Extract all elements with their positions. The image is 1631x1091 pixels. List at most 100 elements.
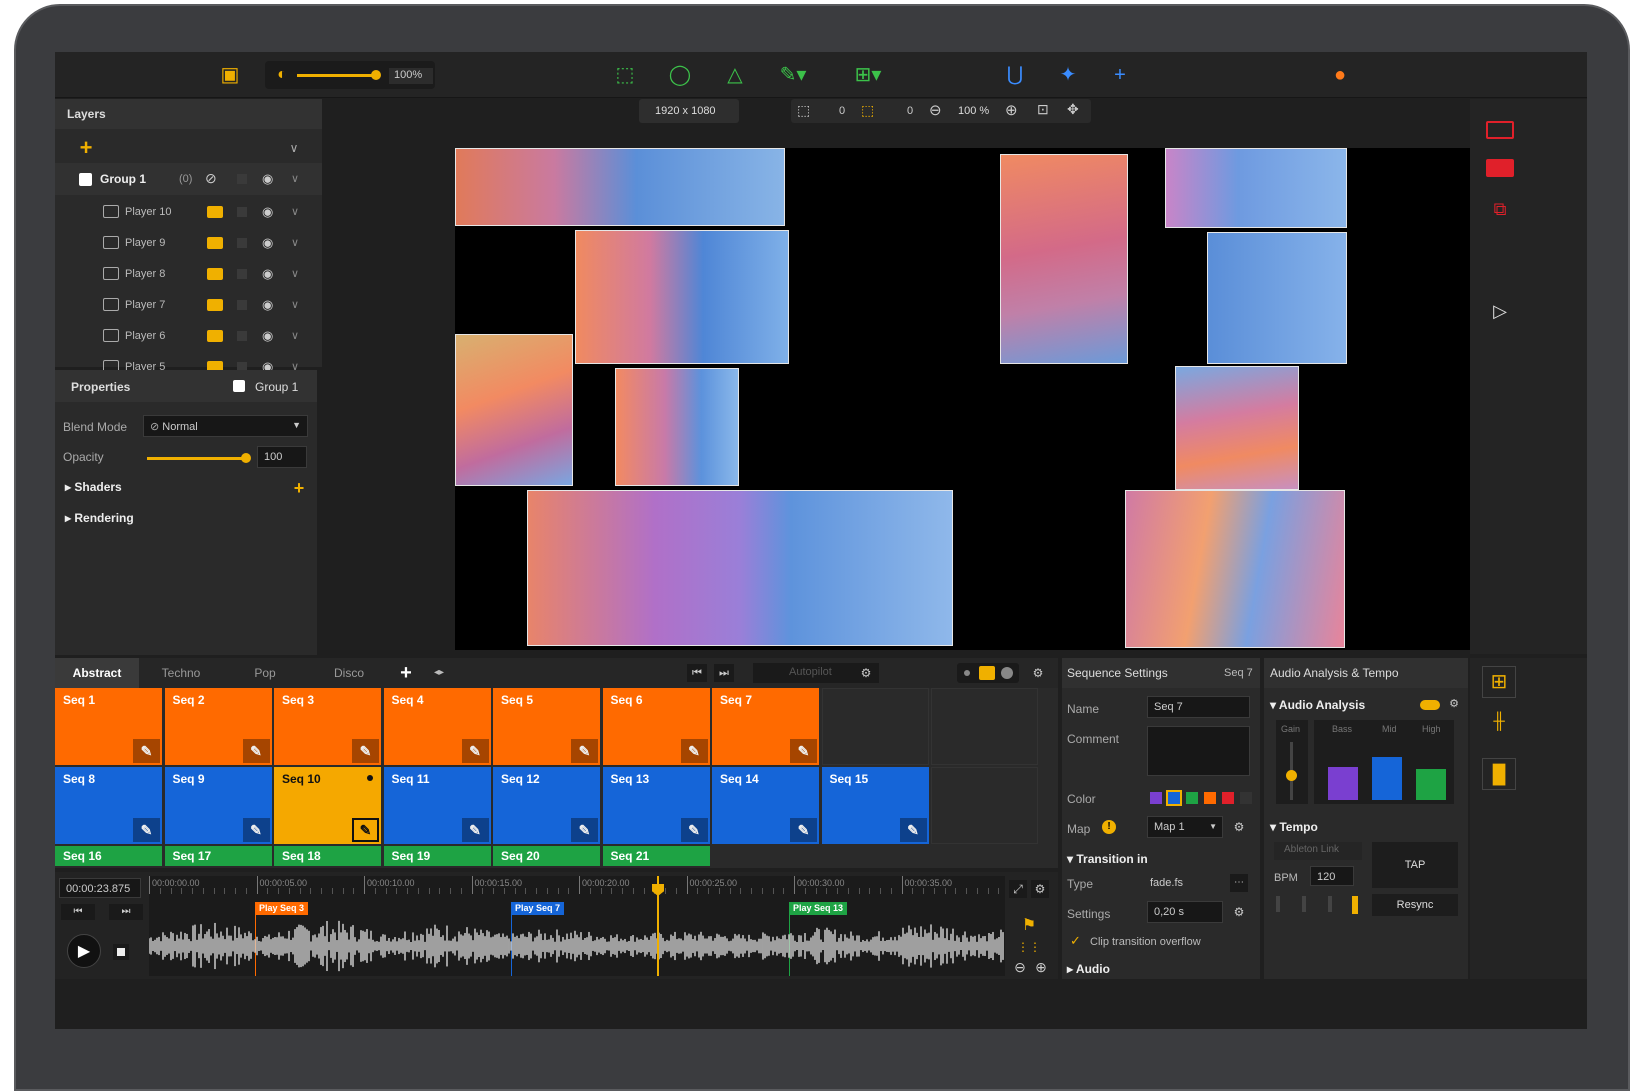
opacity-input[interactable]: 100 — [257, 446, 307, 468]
audio-marker-icon[interactable]: ╫ — [1482, 706, 1516, 738]
stop-button[interactable] — [113, 944, 129, 960]
add-tab-icon[interactable]: + — [395, 662, 417, 684]
brightness-slider[interactable] — [297, 74, 373, 77]
sequence-cell[interactable]: Seq 4 ✎ — [383, 688, 491, 765]
sequence-cell[interactable]: Seq 14 ✎ — [712, 767, 819, 844]
video-tile[interactable] — [1207, 232, 1347, 364]
map-settings-icon[interactable]: ⚙ — [1230, 818, 1248, 836]
lasso-select-icon[interactable]: ◯ — [665, 62, 695, 88]
zoom-in-icon[interactable]: ⊕ — [1032, 958, 1050, 976]
output-fill-icon[interactable] — [1486, 159, 1514, 177]
edit-icon[interactable]: ✎ — [133, 739, 160, 763]
sequence-cell[interactable]: Seq 11 ✎ — [383, 767, 491, 844]
tab-scroll-icon[interactable]: ◂▸ — [427, 664, 451, 682]
map-select[interactable]: Map 1 ▼ — [1147, 816, 1223, 838]
skip-forward-icon[interactable]: ⏭ — [714, 664, 734, 682]
tap-button[interactable]: TAP — [1372, 842, 1458, 888]
edit-icon[interactable]: ✎ — [461, 818, 489, 842]
timecode-field[interactable]: 00:00:23.875 — [59, 878, 141, 898]
settings-input[interactable]: 0,20 s — [1147, 901, 1223, 923]
properties-checkbox[interactable] — [233, 380, 245, 392]
audio-toggle[interactable] — [1420, 700, 1440, 710]
color-swatch[interactable] — [1204, 792, 1216, 804]
edit-icon[interactable]: ✎ — [790, 818, 817, 842]
chevron-down-icon[interactable]: ∨ — [291, 267, 299, 280]
playhead-handle[interactable] — [652, 884, 664, 896]
layer-link-icon[interactable] — [207, 329, 223, 342]
edit-icon[interactable]: ✎ — [680, 818, 708, 842]
sequence-cell[interactable]: Seq 18 — [274, 846, 381, 866]
rendering-section[interactable]: ▸ Rendering — [65, 511, 134, 525]
output-canvas[interactable] — [455, 148, 1470, 650]
layer-lock-square[interactable] — [237, 330, 247, 341]
grid-view-icon[interactable]: ⊞ — [1482, 666, 1516, 698]
triangle-mesh-icon[interactable]: △ — [720, 62, 750, 88]
video-tile[interactable] — [575, 230, 789, 364]
fit-screen-icon[interactable]: ⊡ — [1037, 101, 1049, 118]
tab-techno[interactable]: Techno — [139, 658, 223, 688]
add-marker-icon[interactable]: ⚑ — [1017, 916, 1041, 936]
sequence-cell[interactable]: Seq 16 — [55, 846, 162, 866]
chevron-down-icon[interactable]: ∨ — [291, 205, 299, 218]
edit-icon[interactable]: ✎ — [133, 818, 160, 842]
magic-wand-icon[interactable]: ✦ — [1053, 62, 1083, 88]
add-shader-icon[interactable]: + — [291, 479, 307, 497]
eye-icon[interactable]: ◉ — [262, 235, 273, 251]
play-button[interactable]: ▶ — [67, 934, 101, 968]
opacity-slider[interactable] — [147, 457, 247, 460]
sequence-cell[interactable]: Seq 15 ✎ — [821, 767, 929, 844]
sequence-cell[interactable]: Seq 17 — [164, 846, 272, 866]
layer-row[interactable]: Player 10 ◉ ∨ — [55, 196, 322, 227]
levels-icon[interactable]: ▐▌ — [1482, 758, 1516, 790]
value-b[interactable]: 0 — [907, 105, 913, 117]
eye-icon[interactable]: ◉ — [262, 204, 273, 220]
timeline-marker[interactable]: Play Seq 7 — [511, 902, 565, 915]
gain-knob[interactable] — [1286, 770, 1297, 781]
prev-marker-icon[interactable]: ⏮ — [61, 904, 95, 920]
brightness-value[interactable]: 100% — [389, 68, 433, 84]
transform-tool-icon[interactable]: ⊞▾ — [845, 62, 891, 88]
sequence-cell[interactable]: Seq 10 ✎ — [274, 767, 381, 844]
chevron-down-icon[interactable]: ∨ — [285, 139, 303, 157]
group-lock-square[interactable] — [237, 174, 247, 184]
tab-pop[interactable]: Pop — [223, 658, 307, 688]
shaders-section[interactable]: ▸ Shaders — [65, 480, 122, 494]
sequence-cell[interactable]: Seq 21 — [602, 846, 710, 866]
empty-sequence-cell[interactable] — [931, 767, 1038, 844]
zoom-value[interactable]: 100 % — [958, 105, 989, 117]
preview-play-icon[interactable]: ▷ — [1486, 299, 1514, 323]
edit-icon[interactable]: ✎ — [242, 818, 270, 842]
magnet-icon[interactable]: ⋃ — [1000, 62, 1030, 88]
opacity-slider-knob[interactable] — [241, 453, 251, 463]
edit-icon[interactable]: ✎ — [790, 739, 817, 763]
eye-icon[interactable]: ◉ — [262, 328, 273, 344]
video-tile[interactable] — [1000, 154, 1128, 364]
color-swatch[interactable] — [1166, 790, 1182, 806]
eye-icon[interactable]: ◉ — [262, 171, 273, 187]
sequence-cell[interactable]: Seq 7 ✎ — [712, 688, 819, 765]
timeline-track[interactable]: 00:00:00.00 00:00:05.00 00:00:10.00 00:00:1… — [149, 876, 1005, 976]
layer-row[interactable]: Player 6 ◉ ∨ — [55, 320, 322, 351]
comment-input[interactable] — [1147, 726, 1250, 776]
sequence-cell[interactable]: Seq 19 — [383, 846, 491, 866]
edit-icon[interactable]: ✎ — [680, 739, 708, 763]
crosshair-icon[interactable]: + — [1105, 62, 1135, 88]
type-value[interactable]: fade.fs — [1150, 877, 1183, 889]
tab-disco[interactable]: Disco — [307, 658, 391, 688]
eye-icon[interactable]: ◉ — [262, 266, 273, 282]
sequence-cell[interactable]: Seq 9 ✎ — [164, 767, 272, 844]
video-tile[interactable] — [1175, 366, 1299, 490]
audio-settings-icon[interactable]: ⚙ — [1446, 696, 1462, 712]
transition-section[interactable]: ▾ Transition in — [1067, 852, 1148, 866]
zoom-in-icon[interactable]: ⊕ — [1005, 101, 1018, 119]
view-toggle[interactable] — [957, 663, 1019, 683]
audio-section[interactable]: ▸ Audio — [1067, 962, 1110, 976]
layer-lock-square[interactable] — [237, 237, 247, 248]
color-swatch[interactable] — [1222, 792, 1234, 804]
fit-height-icon[interactable]: ⬚ — [861, 102, 874, 119]
color-swatch[interactable] — [1186, 792, 1198, 804]
move-icon[interactable]: ✥ — [1067, 101, 1079, 118]
output-frame-icon[interactable] — [1486, 121, 1514, 139]
add-audio-marker-icon[interactable]: ⋮⋮ — [1017, 938, 1041, 956]
color-swatch[interactable] — [1150, 792, 1162, 804]
